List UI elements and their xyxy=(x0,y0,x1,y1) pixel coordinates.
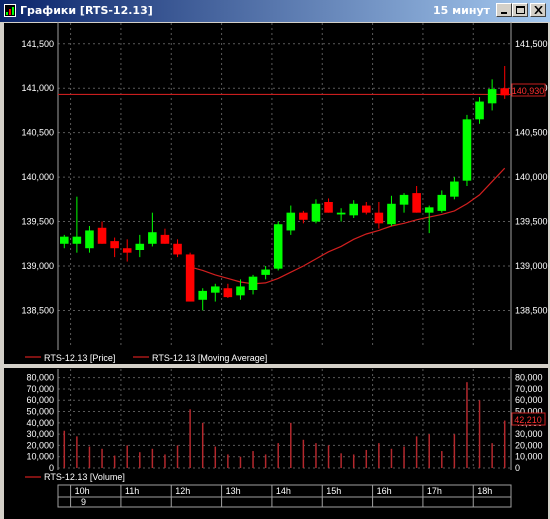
candle-body xyxy=(374,212,384,224)
volume-axis-left: 80,00070,00060,000 50,00040,00030,00020,0… xyxy=(26,369,59,473)
price-tick-label-right: 138,500 xyxy=(515,305,548,315)
candle-body xyxy=(500,88,509,96)
volume-tick-label-left: 10,000 xyxy=(26,452,54,462)
candle-body xyxy=(324,202,333,213)
maximize-icon xyxy=(516,6,525,14)
close-button[interactable] xyxy=(530,3,546,17)
time-tick-label: 14h xyxy=(276,486,291,496)
volume-tick-label-left: 70,000 xyxy=(26,384,54,394)
candle-body xyxy=(412,193,421,213)
candle-body xyxy=(72,236,82,244)
volume-tick-label-right: 70,000 xyxy=(515,384,543,394)
window-titlebar[interactable]: Графики [RTS-12.13] 15 минут xyxy=(0,0,550,22)
price-tick-label-right: 139,000 xyxy=(515,261,548,271)
price-tick-label-right: 140,500 xyxy=(515,128,548,138)
current-price-value: 140,930 xyxy=(512,86,545,96)
date-label: 9 xyxy=(81,497,86,507)
candle-body xyxy=(122,248,132,253)
date-axis xyxy=(57,496,512,508)
volume-tick-label-left: 20,000 xyxy=(26,440,54,450)
panel-splitter[interactable] xyxy=(4,364,548,368)
time-tick-label: 16h xyxy=(377,486,392,496)
candle-body xyxy=(424,207,434,213)
candle-body xyxy=(387,203,396,225)
candle-body xyxy=(148,232,157,244)
time-tick-label: 15h xyxy=(326,486,341,496)
candle-body xyxy=(185,254,195,302)
time-tick-label: 12h xyxy=(175,486,190,496)
price-tick-label-left: 141,000 xyxy=(21,83,54,93)
price-volume-chart[interactable]: 141,500 141,000 140,500 140,000 139,500 139,0… xyxy=(0,22,550,519)
candle-body xyxy=(248,276,258,290)
maximize-button[interactable] xyxy=(512,3,528,17)
time-tick-label: 18h xyxy=(477,486,492,496)
volume-tick-label-right: 80,000 xyxy=(515,373,543,383)
candle-body xyxy=(336,212,346,215)
candle-body xyxy=(462,119,472,181)
window-title: Графики [RTS-12.13] xyxy=(20,4,153,17)
current-volume-tag: 42,210 xyxy=(511,412,546,426)
interval-label: 15 минут xyxy=(433,4,490,17)
candle-body xyxy=(399,194,409,205)
minimize-button[interactable] xyxy=(496,3,512,17)
current-volume-value: 42,210 xyxy=(514,415,542,425)
ma-legend-label: RTS-12.13 [Moving Average] xyxy=(152,353,267,363)
price-tick-label-left: 138,500 xyxy=(21,305,54,315)
price-legend-label: RTS-12.13 [Price] xyxy=(44,353,115,363)
time-tick-label: 10h xyxy=(75,486,90,496)
candle-body xyxy=(173,243,182,255)
volume-tick-label-left: 30,000 xyxy=(26,429,54,439)
price-tick-label-left: 141,500 xyxy=(21,39,54,49)
price-tick-label-right: 140,000 xyxy=(515,172,548,182)
candle-body xyxy=(85,230,94,249)
candle-body xyxy=(273,224,283,269)
volume-tick-label-left: 80,000 xyxy=(26,373,54,383)
candle-body xyxy=(450,181,459,197)
price-tick-label-right: 141,500 xyxy=(515,39,548,49)
price-tick-label-left: 139,000 xyxy=(21,261,54,271)
candle-body xyxy=(97,227,107,244)
candle-body xyxy=(198,290,207,300)
candle-body xyxy=(60,236,69,244)
candle-body xyxy=(475,101,484,120)
close-icon xyxy=(534,6,543,14)
candle-body xyxy=(362,205,371,213)
volume-tick-label-right: 60,000 xyxy=(515,395,543,405)
candle-body xyxy=(160,234,170,244)
price-tick-label-left: 139,500 xyxy=(21,217,54,227)
volume-tick-label-left: 60,000 xyxy=(26,395,54,405)
time-tick-label: 11h xyxy=(125,486,139,496)
time-tick-label: 17h xyxy=(427,486,442,496)
volume-tick-label-right: 10,000 xyxy=(515,452,543,462)
time-tick-label: 13h xyxy=(226,486,241,496)
current-price-tag: 140,930 xyxy=(511,83,546,97)
chart-window-icon xyxy=(4,4,16,17)
volume-legend-label: RTS-12.13 [Volume] xyxy=(44,472,125,482)
candle-body xyxy=(299,212,308,220)
minimize-icon xyxy=(501,12,507,14)
candle-body xyxy=(261,269,270,275)
price-tick-label-right: 139,500 xyxy=(515,217,548,227)
candle-body xyxy=(286,212,296,231)
candle-body xyxy=(487,89,497,104)
volume-tick-label-right: 20,000 xyxy=(515,440,543,450)
candle-body xyxy=(236,286,245,296)
volume-tick-label-right: 0 xyxy=(515,463,520,473)
candle-body xyxy=(223,288,233,298)
candle-body xyxy=(135,243,145,250)
price-tick-label-left: 140,500 xyxy=(21,128,54,138)
candle-body xyxy=(211,286,220,293)
candle-body xyxy=(349,203,358,216)
candle-body xyxy=(311,203,321,222)
candle-body xyxy=(110,241,119,249)
price-tick-label-left: 140,000 xyxy=(21,172,54,182)
price-panel-background xyxy=(4,23,548,363)
volume-tick-label-left: 40,000 xyxy=(26,418,54,428)
volume-tick-label-left: 50,000 xyxy=(26,407,54,417)
candle-body xyxy=(437,194,447,211)
volume-tick-label-right: 30,000 xyxy=(515,429,543,439)
